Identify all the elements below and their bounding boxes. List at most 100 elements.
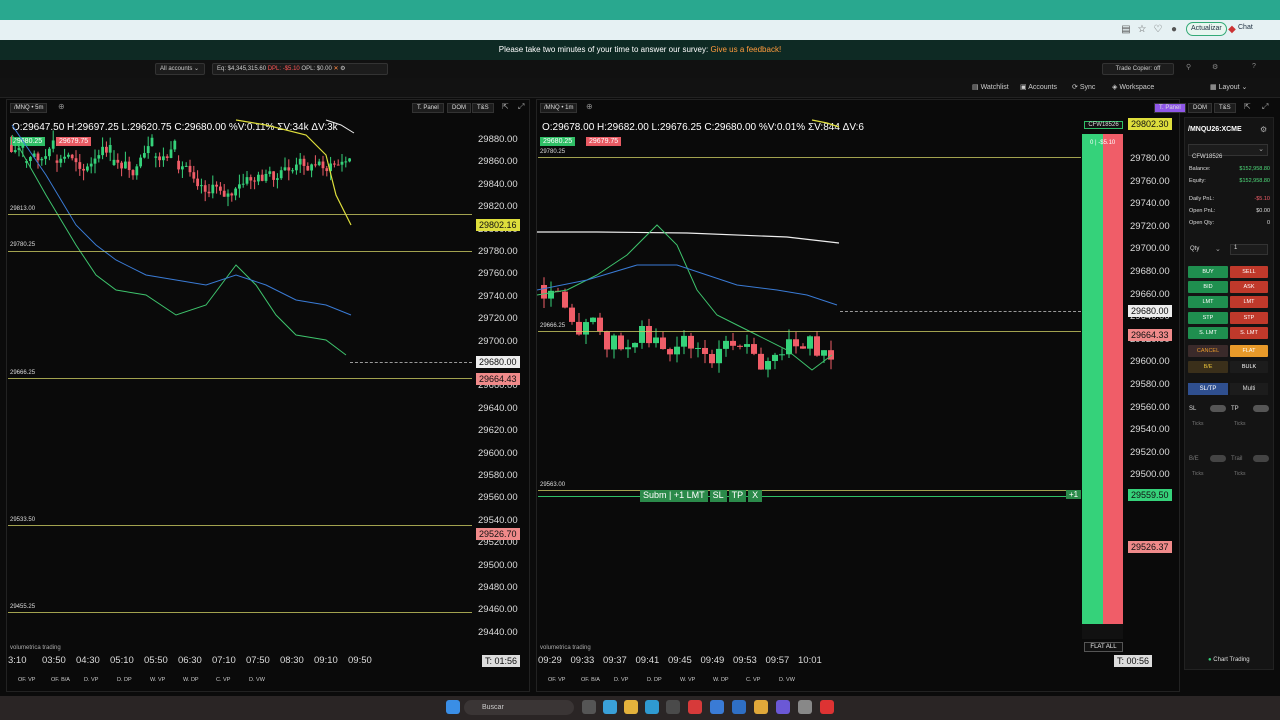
widgets-icon[interactable] [603, 700, 617, 714]
indicator-tab[interactable]: OF. B/A [581, 677, 600, 683]
chevron-down-icon[interactable]: ⌄ [1215, 245, 1221, 253]
taskbar-search[interactable]: Buscar [464, 700, 574, 715]
trail-toggle[interactable] [1253, 455, 1269, 462]
popout-icon[interactable]: ⇱ [502, 102, 509, 111]
close-icon[interactable]: ✕ [333, 66, 338, 72]
right-symbol-tab[interactable]: /MNQ • 1m [540, 103, 578, 113]
accounts-button[interactable]: ▣ Accounts [1020, 83, 1057, 91]
right-ts-button[interactable]: T&S [1214, 103, 1236, 113]
order-sl-button[interactable]: SL [709, 490, 727, 502]
left-symbol-tab[interactable]: /MNQ • 5m [10, 103, 48, 113]
sl-toggle[interactable] [1210, 405, 1226, 412]
account-select[interactable]: CFW18526 ⌄ [1188, 144, 1268, 160]
feedback-link[interactable]: Give us a feedback! [710, 45, 781, 54]
workspace-button[interactable]: ◈ Workspace [1112, 83, 1154, 91]
indicator-tab[interactable]: OF. VP [548, 677, 565, 683]
left-tpanel-button[interactable]: T. Panel [412, 103, 444, 113]
sync-button[interactable]: ⟳ Sync [1072, 83, 1095, 91]
order-cancel-button[interactable]: X [748, 490, 763, 502]
discord-icon[interactable] [776, 700, 790, 714]
sltp-tab[interactable]: SL/TP [1188, 383, 1228, 395]
expand-icon[interactable]: ⤢ [1262, 102, 1268, 112]
read-icon[interactable]: ▤ [1120, 24, 1132, 36]
dom-sell-column[interactable] [1103, 134, 1123, 624]
indicator-tab[interactable]: OF. B/A [51, 677, 70, 683]
chart-trading-footer[interactable]: ● Chart Trading [1208, 657, 1250, 663]
indicator-tab[interactable]: W. DP [713, 677, 729, 683]
update-button[interactable]: Actualizar [1186, 22, 1227, 36]
qty-input[interactable]: 1 [1230, 244, 1268, 255]
task-view-icon[interactable] [582, 700, 596, 714]
left-chart-canvas[interactable] [6, 115, 472, 655]
left-dom-button[interactable]: DOM [447, 103, 471, 113]
order-button[interactable]: LMT [1230, 296, 1268, 308]
flat-all-button[interactable]: FLAT ALL [1084, 642, 1123, 652]
start-icon[interactable] [446, 700, 460, 714]
settings-icon[interactable]: ⚙ [340, 66, 345, 72]
add-tab-icon[interactable]: ⊕ [586, 102, 593, 111]
extensions-icon[interactable]: ♡ [1152, 24, 1164, 36]
order-button[interactable]: S. LMT [1188, 327, 1228, 339]
indicator-tab[interactable]: C. VP [216, 677, 230, 683]
order-button[interactable]: STP [1230, 312, 1268, 324]
trade-symbol[interactable]: /MNQU26:XCME [1188, 126, 1242, 133]
tp-toggle[interactable] [1253, 405, 1269, 412]
left-ts-button[interactable]: T&S [472, 103, 494, 113]
order-button[interactable]: LMT [1188, 296, 1228, 308]
order-button[interactable]: S. LMT [1230, 327, 1268, 339]
order-button[interactable]: FLAT [1230, 345, 1268, 357]
indicator-tab[interactable]: D. VP [84, 677, 98, 683]
accounts-dropdown[interactable]: All accounts ⌄ [155, 63, 205, 75]
indicator-tab[interactable]: D. VW [249, 677, 265, 683]
settings-gear-icon[interactable]: ⚙ [1260, 125, 1267, 134]
file-explorer-icon[interactable] [624, 700, 638, 714]
gear-icon[interactable]: ⚙ [1212, 63, 1218, 71]
indicator-tab[interactable]: C. VP [746, 677, 760, 683]
order-button[interactable]: SELL [1230, 266, 1268, 278]
favorite-icon[interactable]: ☆ [1136, 24, 1148, 36]
order-submit-button[interactable]: Subm | +1 LMT [640, 490, 708, 502]
order-button[interactable]: CANCEL [1188, 345, 1228, 357]
indicator-tab[interactable]: D. DP [647, 677, 662, 683]
add-tab-icon[interactable]: ⊕ [58, 102, 65, 111]
right-chart-canvas[interactable] [537, 115, 1081, 655]
address-bar[interactable] [0, 20, 1280, 40]
order-button[interactable]: ASK [1230, 281, 1268, 293]
order-button[interactable]: BUY [1188, 266, 1228, 278]
order-button[interactable]: STP [1188, 312, 1228, 324]
link-icon[interactable]: ⚲ [1186, 63, 1191, 71]
layout-button[interactable]: ▦ Layout ⌄ [1210, 83, 1247, 91]
chat-button[interactable]: Chat [1238, 24, 1253, 31]
order-button[interactable]: BULK [1230, 361, 1268, 373]
store-icon[interactable] [666, 700, 680, 714]
right-dom-button[interactable]: DOM [1188, 103, 1212, 113]
expand-icon[interactable]: ⤢ [518, 102, 524, 112]
multi-tab[interactable]: Multi [1230, 383, 1268, 395]
indicator-tab[interactable]: OF. VP [18, 677, 35, 683]
watchlist-button[interactable]: ▤ Watchlist [972, 83, 1009, 91]
indicator-tab[interactable]: W. VP [680, 677, 695, 683]
indicator-tab[interactable]: D. VW [779, 677, 795, 683]
settings-app-icon[interactable] [798, 700, 812, 714]
indicator-tab[interactable]: W. VP [150, 677, 165, 683]
copilot-icon[interactable]: ◆ [1226, 24, 1238, 36]
indicator-tab[interactable]: D. DP [117, 677, 132, 683]
trade-copier-status[interactable]: Trade Copier: off [1102, 63, 1174, 75]
app-icon-red[interactable] [688, 700, 702, 714]
chrome-icon[interactable] [754, 700, 768, 714]
trading-app-icon[interactable] [820, 700, 834, 714]
be-toggle[interactable] [1210, 455, 1226, 462]
indicator-tab[interactable]: D. VP [614, 677, 628, 683]
help-icon[interactable]: ? [1252, 63, 1256, 70]
indicator-tab[interactable]: W. DP [183, 677, 199, 683]
right-tpanel-button[interactable]: T. Panel [1154, 103, 1186, 113]
edge-icon[interactable] [645, 700, 659, 714]
order-button[interactable]: BID [1188, 281, 1228, 293]
order-tp-button[interactable]: TP [728, 490, 747, 502]
dom-buy-column[interactable] [1082, 134, 1103, 624]
help-app-icon[interactable] [710, 700, 724, 714]
popout-icon[interactable]: ⇱ [1244, 102, 1251, 111]
order-button[interactable]: B/E [1188, 361, 1228, 373]
mail-icon[interactable] [732, 700, 746, 714]
profile-icon[interactable]: ● [1168, 24, 1180, 36]
